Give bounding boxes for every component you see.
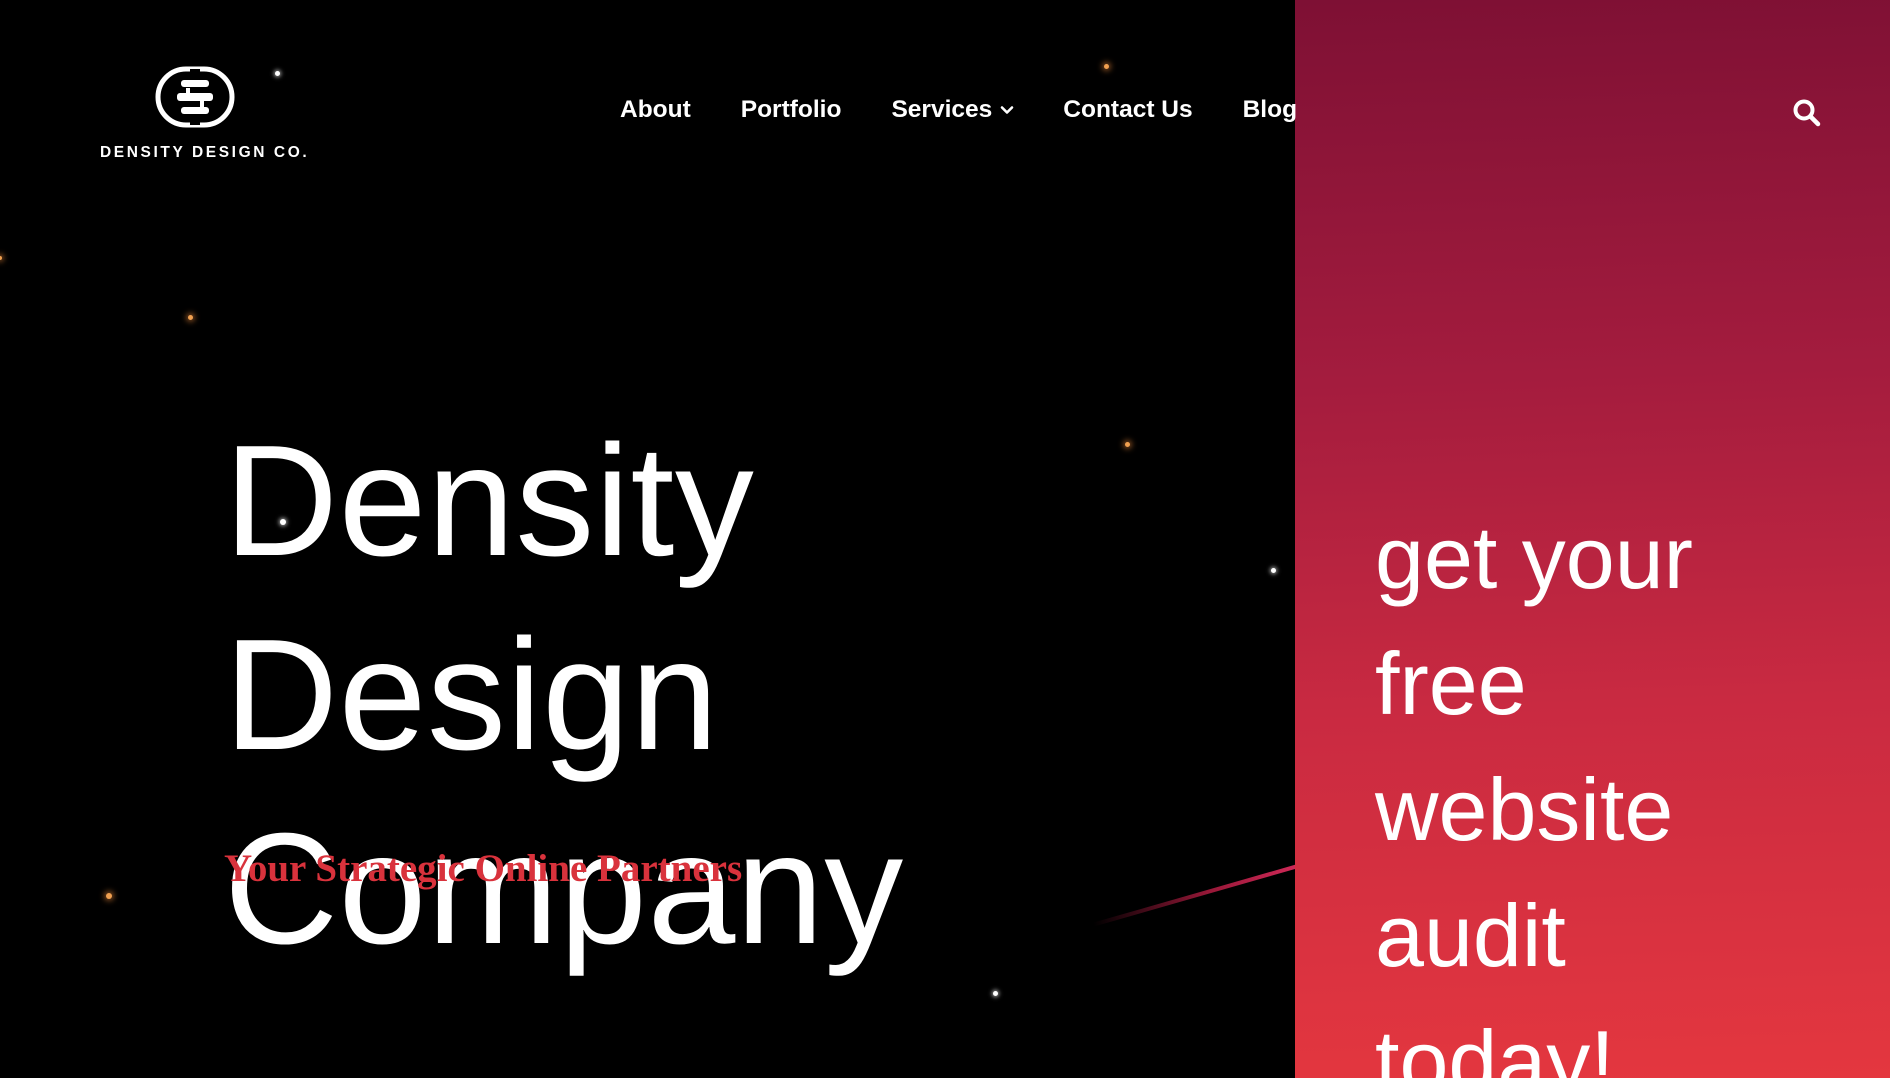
cta-line-3: website [1375, 760, 1674, 859]
nav-item-portfolio[interactable]: Portfolio [741, 96, 842, 124]
nav-item-about[interactable]: About [620, 96, 691, 124]
search-icon [1793, 99, 1821, 127]
free-audit-cta[interactable]: get your free website audit today! [1375, 495, 1795, 1078]
hero-title-line-1: Density Design [224, 413, 755, 783]
main-navigation: About Portfolio Services Contact Us Blog [620, 96, 1297, 124]
nav-item-contact-us[interactable]: Contact Us [1063, 96, 1192, 124]
cta-line-1: get your [1375, 508, 1693, 607]
chevron-down-icon [1000, 106, 1014, 114]
hero-title: Density Design Company [224, 404, 1274, 986]
cta-line-4: audit [1375, 886, 1566, 985]
hero-subtitle: Your Strategic Online Partners [224, 847, 743, 890]
nav-item-services-label: Services [891, 96, 993, 123]
cta-line-2: free [1375, 634, 1527, 733]
site-logo[interactable]: DENSITY DESIGN CO. [98, 66, 308, 166]
star-decoration [188, 315, 193, 320]
star-decoration [1104, 64, 1109, 69]
logo-wordmark: DENSITY DESIGN CO. [100, 144, 310, 161]
search-button[interactable] [1792, 98, 1822, 128]
nav-item-services[interactable]: Services [891, 96, 1014, 124]
density-logo-icon [155, 66, 235, 128]
nav-item-blog[interactable]: Blog [1243, 96, 1297, 124]
star-decoration [106, 893, 112, 899]
star-decoration [993, 991, 998, 996]
star-decoration [0, 256, 2, 260]
cta-line-5: today! [1375, 1012, 1615, 1078]
